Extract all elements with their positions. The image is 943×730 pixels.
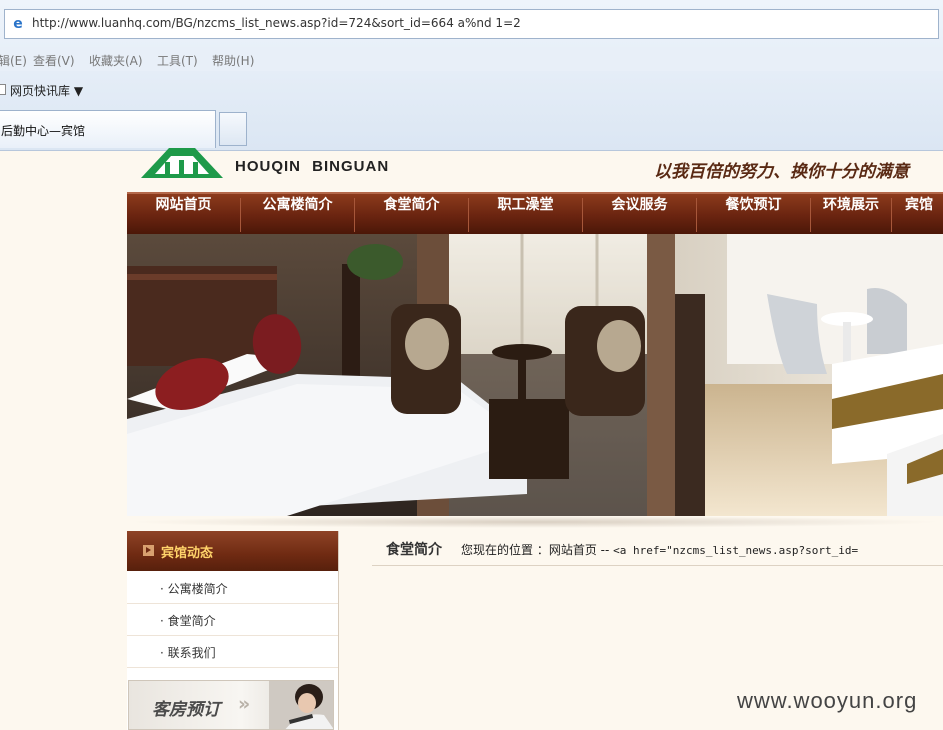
menu-tools[interactable]: 工具(T) [157,52,198,69]
nav-environment[interactable]: 环境展示 [811,194,891,234]
favorites-web-slice-label: 网页快讯库 [10,84,71,98]
browser-chrome: e http://www.luanhq.com/BG/nzcms_list_ne… [0,0,943,151]
sidebar-heading-label: 宾馆动态 [161,546,214,561]
room-booking-label: 客房预订 [152,700,220,720]
play-bullet-icon [143,545,154,556]
nav-bathhouse[interactable]: 职工澡堂 [469,194,582,234]
receptionist-photo [269,681,333,729]
tab-bar: 后勤中心—宾馆 [0,108,943,150]
tab-current[interactable]: 后勤中心—宾馆 [0,110,216,148]
sidebar-item-label: · 公寓楼简介 [160,582,228,596]
banner-shadow [127,516,943,528]
nav-canteen[interactable]: 食堂简介 [355,194,468,234]
hotel-logo [141,148,223,178]
sidebar-item-label: · 联系我们 [160,646,216,660]
nav-divider [891,198,892,232]
room-booking-banner[interactable]: 客房预订 » [128,680,334,730]
brand-name: HOUQIN BINGUAN [235,158,390,175]
chevron-down-icon: ▼ [73,84,84,98]
tab-title: 后勤中心—宾馆 [1,124,86,138]
web-slice-icon [0,84,6,95]
favorites-web-slice[interactable]: 网页快讯库 ▼ [10,82,83,99]
menu-view[interactable]: 查看(V) [33,52,75,69]
nav-apartment[interactable]: 公寓楼简介 [241,194,354,234]
breadcrumb-prefix: 您现在的位置 ：网站首页 -- [461,543,614,557]
nav-home[interactable]: 网站首页 [127,194,240,234]
sidebar-heading: 宾馆动态 [127,531,338,571]
content-divider [372,565,943,566]
hotel-room-photo [127,234,943,516]
address-url[interactable]: http://www.luanhq.com/BG/nzcms_list_news… [32,16,521,30]
main-nav: 网站首页 公寓楼简介 食堂简介 职工澡堂 会议服务 餐饮预订 环境展示 宾馆 [127,192,943,234]
sidebar-item-canteen[interactable]: · 食堂简介 [127,604,338,636]
breadcrumb-leaked-code: <a href="nzcms_list_news.asp?sort_id= [613,544,859,557]
sidebar-item-contact[interactable]: · 联系我们 [127,636,338,668]
breadcrumb: 您现在的位置 ：网站首页 -- <a href="nzcms_list_news… [461,541,858,558]
hero-banner [127,234,943,516]
new-tab-button[interactable] [219,112,247,146]
content-title: 食堂简介 [386,542,442,558]
menu-favorites[interactable]: 收藏夹(A) [89,52,143,69]
nav-meeting[interactable]: 会议服务 [583,194,696,234]
nav-hotel[interactable]: 宾馆 [905,194,943,234]
address-bar[interactable]: e http://www.luanhq.com/BG/nzcms_list_ne… [4,9,939,39]
double-chevron-icon: » [238,693,251,715]
site-slogan: 以我百倍的努力、换你十分的满意 [654,162,909,182]
ie-page-icon: e [13,16,23,32]
sidebar-item-apartment[interactable]: · 公寓楼简介 [127,572,338,604]
favorites-bar: 网页快讯库 ▼ [0,75,943,105]
nav-dining[interactable]: 餐饮预订 [697,194,810,234]
menu-bar: 辑(E) 查看(V) 收藏夹(A) 工具(T) 帮助(H) [0,47,943,71]
sidebar-item-label: · 食堂简介 [160,614,216,628]
watermark: www.wooyun.org [737,688,918,713]
menu-edit[interactable]: 辑(E) [0,52,27,69]
sidebar: 宾馆动态 · 公寓楼简介 · 食堂简介 · 联系我们 客房预订 » [127,531,339,730]
menu-help[interactable]: 帮助(H) [212,52,254,69]
